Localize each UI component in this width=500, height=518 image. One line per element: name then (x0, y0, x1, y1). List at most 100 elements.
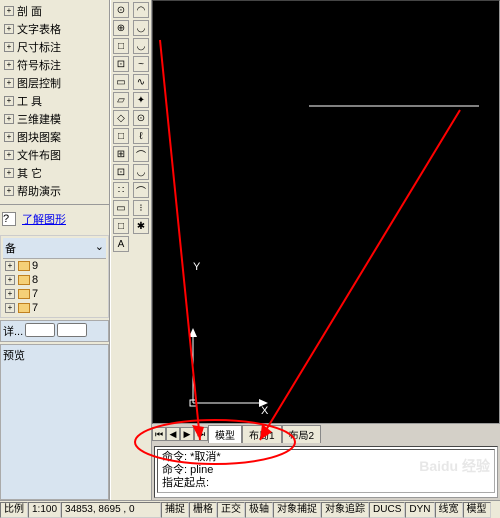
folder-item[interactable]: +8 (3, 273, 106, 287)
plus-icon: + (4, 78, 14, 88)
tool-button[interactable]: ✱ (133, 218, 149, 234)
osnap-toggle[interactable]: 对象捕捉 (273, 502, 321, 518)
tool-button[interactable]: ⊕ (113, 20, 129, 36)
menu-item[interactable]: +图层控制 (2, 74, 107, 92)
tool-button[interactable]: ✦ (133, 92, 149, 108)
scale-value[interactable]: 1:100 (28, 502, 61, 518)
menu-item[interactable]: +文字表格 (2, 20, 107, 38)
menu-item[interactable]: +图块图案 (2, 128, 107, 146)
menu-label: 文件布图 (17, 147, 61, 163)
cmd-line: 命令: pline (162, 464, 490, 477)
tool-button[interactable]: ◠ (133, 2, 149, 18)
tab-last-arrow[interactable]: ⏭ (194, 427, 208, 441)
plus-icon: + (4, 60, 14, 70)
plus-icon: + (5, 289, 15, 299)
tool-button[interactable]: □ (113, 38, 129, 54)
tool-button[interactable]: ∿ (133, 74, 149, 90)
help-link[interactable]: 了解图形 (22, 211, 66, 227)
x-axis-label: X (261, 405, 268, 417)
menu-item[interactable]: +符号标注 (2, 56, 107, 74)
ducs-toggle[interactable]: DUCS (369, 502, 405, 518)
tool-button[interactable]: ◇ (113, 110, 129, 126)
detail-label: 详... (3, 323, 23, 339)
chevron-icon[interactable]: ⌄ (95, 240, 104, 256)
plus-icon: + (4, 150, 14, 160)
tool-button[interactable]: ~ (133, 56, 149, 72)
tool-button[interactable]: ▭ (113, 74, 129, 90)
cmd-line: 指定起点: (162, 477, 490, 490)
model-toggle[interactable]: 模型 (463, 502, 491, 518)
folder-panel: 备 ⌄ +9 +8 +7 +7 (0, 235, 109, 318)
tool-button[interactable]: ⊙ (133, 110, 149, 126)
tool-button[interactable]: □ (113, 218, 129, 234)
tool-button[interactable]: ▭ (113, 200, 129, 216)
tab-first-arrow[interactable]: ⏮ (152, 427, 166, 441)
coords-display: 34853, 8695 , 0 (61, 502, 161, 518)
tab-next-arrow[interactable]: ▶ (180, 427, 194, 441)
dyn-toggle[interactable]: DYN (405, 502, 434, 518)
plus-icon: + (5, 261, 15, 271)
tool-button[interactable]: ◡ (133, 38, 149, 54)
scale-label: 比例 (0, 502, 28, 518)
folder-icon (18, 275, 30, 285)
lineweight-toggle[interactable]: 线宽 (435, 502, 463, 518)
folder-header: 备 ⌄ (3, 238, 106, 259)
tool-button[interactable]: ▱ (113, 92, 129, 108)
tool-button[interactable]: ◡ (133, 164, 149, 180)
menu-label: 帮助演示 (17, 183, 61, 199)
folder-icon (18, 303, 30, 313)
command-text-area[interactable]: 命令: *取消* 命令: pline 指定起点: (157, 449, 495, 493)
menu-label: 图层控制 (17, 75, 61, 91)
help-link-panel: ? 了解图形 (0, 207, 109, 231)
tool-button[interactable]: ⊡ (113, 56, 129, 72)
menu-item[interactable]: +三维建模 (2, 110, 107, 128)
folder-icon (18, 261, 30, 271)
snap-toggle[interactable]: 捕捉 (161, 502, 189, 518)
tool-button[interactable]: □ (113, 128, 129, 144)
detail-input-1[interactable] (25, 323, 55, 337)
menu-label: 文字表格 (17, 21, 61, 37)
text-tool-button[interactable]: A (113, 236, 129, 252)
tool-button[interactable]: ⊙ (113, 2, 129, 18)
tool-button[interactable]: ∷ (113, 182, 129, 198)
plus-icon: + (4, 168, 14, 178)
tool-button[interactable]: ⌒ (133, 146, 149, 162)
drawing-canvas[interactable]: Y X (152, 0, 500, 424)
menu-item[interactable]: +文件布图 (2, 146, 107, 164)
folder-item[interactable]: +9 (3, 259, 106, 273)
tab-prev-arrow[interactable]: ◀ (166, 427, 180, 441)
folder-item[interactable]: +7 (3, 287, 106, 301)
tool-button[interactable]: ⊞ (113, 146, 129, 162)
tool-button[interactable]: ⌒ (133, 182, 149, 198)
plus-icon: + (4, 132, 14, 142)
help-icon: ? (2, 212, 16, 226)
tab-layout1[interactable]: 布局1 (242, 425, 282, 443)
menu-label: 尺寸标注 (17, 39, 61, 55)
polar-toggle[interactable]: 极轴 (245, 502, 273, 518)
menu-label: 符号标注 (17, 57, 61, 73)
plus-icon: + (4, 6, 14, 16)
tab-model[interactable]: 模型 (208, 425, 242, 443)
folder-label: 7 (32, 288, 38, 300)
status-bar: 比例 1:100 34853, 8695 , 0 捕捉 栅格 正交 极轴 对象捕… (0, 500, 500, 518)
tool-button[interactable]: ℓ (133, 128, 149, 144)
menu-item[interactable]: +工 具 (2, 92, 107, 110)
otrack-toggle[interactable]: 对象追踪 (321, 502, 369, 518)
ortho-toggle[interactable]: 正交 (217, 502, 245, 518)
menu-item[interactable]: +帮助演示 (2, 182, 107, 200)
plus-icon: + (4, 186, 14, 196)
menu-item[interactable]: +剖 面 (2, 2, 107, 20)
plus-icon: + (4, 42, 14, 52)
detail-input-2[interactable] (57, 323, 87, 337)
menu-item[interactable]: +尺寸标注 (2, 38, 107, 56)
cmd-line: 命令: *取消* (162, 451, 490, 464)
menu-label: 图块图案 (17, 129, 61, 145)
tool-button[interactable]: ◡ (133, 20, 149, 36)
menu-item[interactable]: +其 它 (2, 164, 107, 182)
grid-toggle[interactable]: 栅格 (189, 502, 217, 518)
folder-item[interactable]: +7 (3, 301, 106, 315)
tool-button[interactable]: ⁝ (133, 200, 149, 216)
plus-icon: + (5, 303, 15, 313)
tab-layout2[interactable]: 布局2 (282, 425, 322, 443)
tool-button[interactable]: ⊡ (113, 164, 129, 180)
